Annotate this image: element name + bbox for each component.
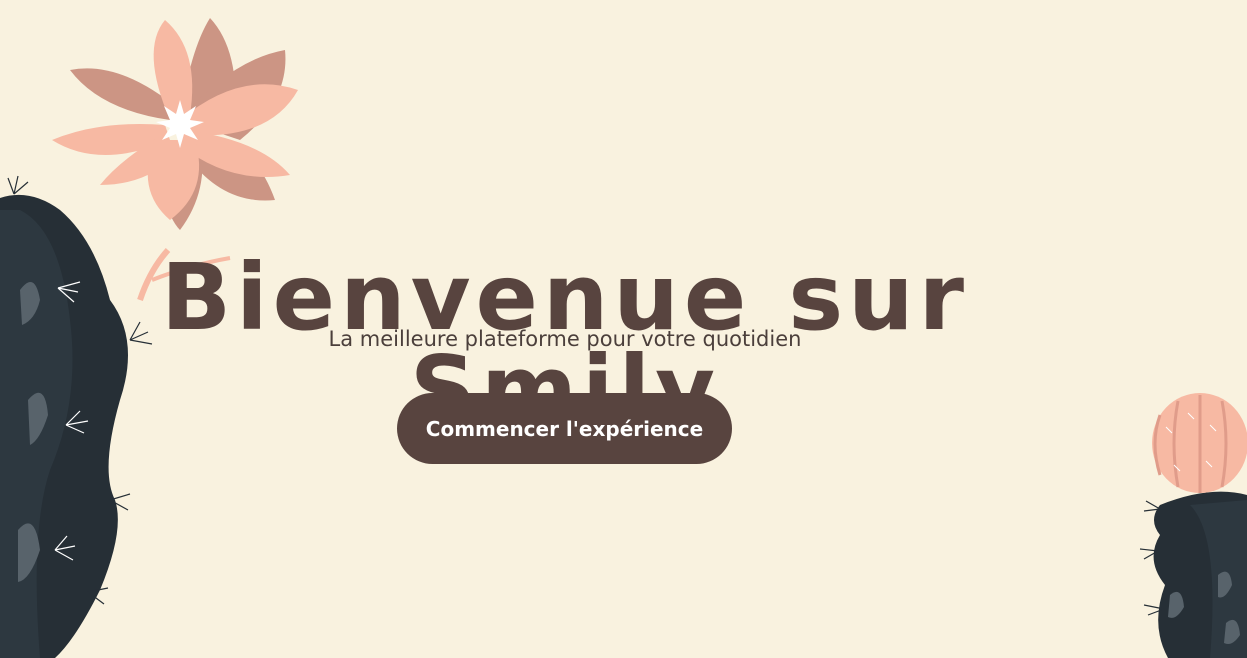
cactus-right-illustration <box>1139 393 1247 658</box>
start-experience-button[interactable]: Commencer l'expérience <box>397 393 732 464</box>
hero-subtitle: La meilleure plateforme pour votre quoti… <box>328 327 802 351</box>
